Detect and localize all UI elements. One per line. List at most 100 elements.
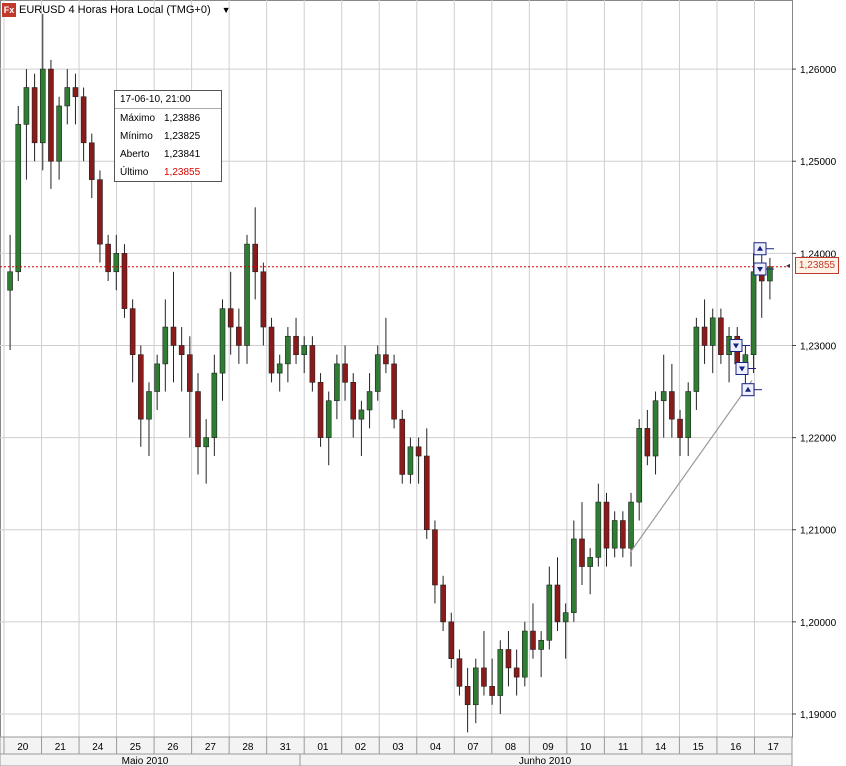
- candle-body: [472, 667, 479, 706]
- candle-body: [56, 105, 62, 162]
- candle-body: [718, 317, 724, 355]
- candle-body: [252, 243, 258, 273]
- candle-body: [513, 667, 520, 678]
- y-tick-label: 1,21000: [800, 526, 837, 537]
- x-tick-label: 31: [280, 742, 292, 753]
- candle-body: [660, 391, 667, 402]
- candle-body: [80, 96, 87, 144]
- candle-body: [448, 621, 455, 659]
- x-tick-label: 02: [355, 742, 367, 753]
- candle-body: [481, 667, 487, 687]
- y-tick-label: 1,22000: [800, 434, 837, 445]
- candle-body: [628, 501, 634, 549]
- candle-body: [415, 446, 422, 457]
- candle-body: [620, 520, 626, 549]
- x-tick-label: 10: [580, 742, 592, 753]
- candle-body: [603, 501, 610, 549]
- candle-body: [325, 400, 332, 438]
- candle-body: [669, 391, 675, 420]
- info-row-low: Mínimo 1,23825: [115, 127, 221, 145]
- candle-body: [285, 335, 291, 365]
- info-row-last: Último 1,23855: [115, 163, 221, 181]
- x-tick-label: 01: [317, 742, 329, 753]
- x-tick-label: 24: [92, 742, 104, 753]
- candle-body: [170, 326, 177, 346]
- candle-body: [236, 326, 242, 346]
- info-label: Máximo: [120, 113, 156, 124]
- candle-body: [587, 557, 593, 567]
- candle-body: [538, 639, 544, 650]
- x-tick-label: 17: [768, 742, 780, 753]
- candle-body: [88, 142, 95, 180]
- candle-body: [644, 428, 651, 457]
- info-value: 1,23886: [164, 113, 201, 124]
- candle-body: [562, 612, 569, 623]
- candle-body: [64, 87, 71, 107]
- candle-body: [693, 326, 700, 392]
- candle-body: [522, 630, 528, 678]
- candle-body: [456, 658, 463, 687]
- candle-body: [530, 630, 536, 650]
- x-tick-label: 08: [505, 742, 517, 753]
- info-row-high: Máximo 1,23886: [115, 109, 221, 127]
- candle-body: [211, 372, 218, 438]
- candle-body: [138, 354, 144, 420]
- chart-title: EURUSD 4 Horas Hora Local (TMG+0): [19, 4, 211, 16]
- candle-body: [407, 446, 414, 475]
- candle-body: [276, 363, 283, 374]
- x-tick-label: 25: [130, 742, 142, 753]
- candle-body: [31, 87, 38, 144]
- candle-body: [23, 87, 30, 125]
- candle-body: [571, 538, 577, 613]
- candle-body: [366, 391, 373, 411]
- candle-body: [358, 409, 365, 420]
- x-tick-label: 21: [55, 742, 67, 753]
- candle-body: [203, 437, 209, 448]
- y-tick-label: 1,23000: [800, 341, 837, 352]
- candle-body: [685, 391, 692, 438]
- candle-body: [129, 308, 136, 355]
- month-label: Junho 2010: [519, 756, 572, 766]
- candle-body: [636, 428, 642, 503]
- month-label: Maio 2010: [122, 756, 169, 766]
- x-tick-label: 11: [618, 742, 629, 753]
- candle-body: [113, 253, 120, 273]
- chevron-down-icon[interactable]: ▼: [222, 5, 231, 15]
- x-tick-label: 15: [693, 742, 705, 753]
- candle-body: [162, 326, 169, 365]
- candle-body: [440, 584, 446, 623]
- candle-body: [334, 363, 340, 402]
- x-tick-label: 14: [655, 742, 667, 753]
- candle-body: [554, 584, 561, 623]
- candle-body: [72, 87, 79, 98]
- candle-body: [350, 382, 357, 420]
- candle-body: [293, 335, 299, 355]
- candle-body: [709, 317, 716, 346]
- candle-body: [121, 253, 128, 309]
- y-tick-label: 1,20000: [800, 618, 837, 629]
- candle-body: [97, 179, 103, 245]
- candle-body: [187, 354, 193, 392]
- candle-body: [105, 243, 111, 273]
- info-label: Mínimo: [120, 131, 153, 142]
- candle-body: [39, 68, 46, 144]
- x-tick-label: 04: [430, 742, 442, 753]
- candle-body: [178, 345, 185, 355]
- x-tick-label: 16: [730, 742, 742, 753]
- candle-body: [268, 326, 275, 374]
- info-label: Aberto: [120, 149, 150, 160]
- x-tick-label: 03: [392, 742, 404, 753]
- ohlc-info-box: 17-06-10, 21:00 Máximo 1,23886 Mínimo 1,…: [114, 90, 222, 182]
- candle-body: [301, 345, 308, 355]
- x-tick-label: 28: [242, 742, 254, 753]
- y-tick-label: 1,26000: [800, 65, 837, 76]
- candle-body: [154, 363, 160, 392]
- candle-body: [505, 649, 512, 669]
- candle-body: [432, 529, 438, 586]
- candle-body: [146, 391, 152, 420]
- candle-body: [579, 538, 585, 567]
- candle-body: [595, 501, 602, 558]
- candle-body: [227, 308, 234, 328]
- candle-body: [195, 391, 201, 448]
- candle-body: [15, 124, 22, 273]
